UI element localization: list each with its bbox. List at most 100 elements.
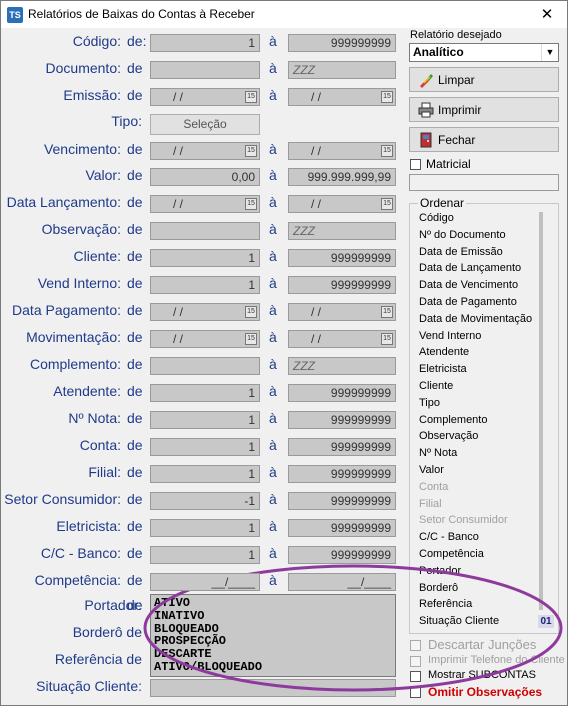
ordenar-item[interactable]: Tipo bbox=[419, 397, 440, 409]
chevron-down-icon[interactable]: ▼ bbox=[541, 44, 558, 61]
competencia-from-field[interactable]: __/____ bbox=[150, 573, 260, 591]
calendar-icon[interactable]: 15 bbox=[381, 91, 393, 103]
ordenar-item[interactable]: Referência bbox=[419, 598, 472, 610]
ordenar-item[interactable]: Cliente bbox=[419, 380, 453, 392]
n-nota-to-field[interactable]: 999999999 bbox=[288, 411, 396, 429]
documento-to-field[interactable]: ZZZ bbox=[288, 61, 396, 79]
ordenar-item[interactable]: Filial bbox=[419, 498, 442, 510]
situacao-option[interactable]: ATIVO/BLOQUEADO bbox=[154, 661, 392, 674]
ordenar-item[interactable]: Situação Cliente bbox=[419, 615, 499, 627]
codigo-to-field[interactable]: 999999999 bbox=[288, 34, 396, 52]
data-pagamento-from-field[interactable]: / /15 bbox=[150, 303, 260, 321]
eletricista-to-field[interactable]: 999999999 bbox=[288, 519, 396, 537]
ordenar-item[interactable]: Setor Consumidor bbox=[419, 514, 508, 526]
ordenar-item[interactable]: Eletricista bbox=[419, 363, 467, 375]
situacao-cliente-listbox[interactable]: ATIVO INATIVO BLOQUEADO PROSPECÇÃO DESCA… bbox=[150, 594, 396, 677]
ordenar-item[interactable]: Atendente bbox=[419, 346, 469, 358]
emissao-from-field[interactable]: / /15 bbox=[150, 88, 260, 106]
movimentacao-from-field[interactable]: / /15 bbox=[150, 330, 260, 348]
cliente-to-field[interactable]: 999999999 bbox=[288, 249, 396, 267]
emissao-to-field[interactable]: / /15 bbox=[288, 88, 396, 106]
complemento-from-field[interactable] bbox=[150, 357, 260, 375]
vend-interno-from-field[interactable]: 1 bbox=[150, 276, 260, 294]
atendente-from-field[interactable]: 1 bbox=[150, 384, 260, 402]
setor-consumidor-from-field[interactable]: -1 bbox=[150, 492, 260, 510]
data-pagamento-to-field[interactable]: / /15 bbox=[288, 303, 396, 321]
atendente-to-field[interactable]: 999999999 bbox=[288, 384, 396, 402]
situacao-option[interactable]: INATIVO bbox=[154, 609, 392, 623]
de-label: de bbox=[127, 141, 143, 157]
ordenar-item[interactable]: Observação bbox=[419, 430, 478, 442]
calendar-icon[interactable]: 15 bbox=[245, 145, 257, 157]
ordenar-item[interactable]: Data de Emissão bbox=[419, 246, 503, 258]
ordenar-item[interactable]: Vend Interno bbox=[419, 330, 481, 342]
mostrar-subcontas-checkbox[interactable] bbox=[410, 671, 421, 682]
conta-from-field[interactable]: 1 bbox=[150, 438, 260, 456]
imprimir-telefone-checkbox[interactable] bbox=[410, 656, 421, 667]
documento-from-field[interactable] bbox=[150, 61, 260, 79]
situacao-option[interactable]: ATIVO bbox=[154, 597, 392, 610]
ordenar-item[interactable]: Nº Nota bbox=[419, 447, 457, 459]
field-label-documento: Documento: bbox=[45, 60, 121, 76]
ordenar-item[interactable]: Código bbox=[419, 212, 454, 224]
vend-interno-to-field[interactable]: 999999999 bbox=[288, 276, 396, 294]
observacao-from-field[interactable] bbox=[150, 222, 260, 240]
eletricista-from-field[interactable]: 1 bbox=[150, 519, 260, 537]
field-label-complemento: Complemento: bbox=[29, 356, 121, 372]
movimentacao-to-field[interactable]: / /15 bbox=[288, 330, 396, 348]
calendar-icon[interactable]: 15 bbox=[245, 91, 257, 103]
filial-to-field[interactable]: 999999999 bbox=[288, 465, 396, 483]
calendar-icon[interactable]: 15 bbox=[381, 306, 393, 318]
ordenar-item[interactable]: Complemento bbox=[419, 414, 487, 426]
conta-to-field[interactable]: 999999999 bbox=[288, 438, 396, 456]
calendar-icon[interactable]: 15 bbox=[381, 198, 393, 210]
a-label: à bbox=[269, 275, 277, 291]
relatorio-desejado-select[interactable]: Analítico ▼ bbox=[409, 43, 559, 62]
calendar-icon[interactable]: 15 bbox=[381, 333, 393, 345]
vencimento-from-field[interactable]: / /15 bbox=[150, 142, 260, 160]
omitir-observacoes-checkbox[interactable] bbox=[410, 687, 421, 698]
valor-to-field[interactable]: 999.999.999,99 bbox=[288, 168, 396, 186]
vencimento-to-field[interactable]: / /15 bbox=[288, 142, 396, 160]
ordenar-item[interactable]: Portador bbox=[419, 565, 461, 577]
situacao-cliente-field[interactable] bbox=[150, 679, 396, 697]
data-lancamento-from-field[interactable]: / /15 bbox=[150, 195, 260, 213]
ordenar-item[interactable]: Valor bbox=[419, 464, 444, 476]
ordenar-scroll-track[interactable] bbox=[539, 212, 543, 610]
competencia-to-field[interactable]: __/____ bbox=[288, 573, 396, 591]
calendar-icon[interactable]: 15 bbox=[245, 333, 257, 345]
complemento-to-field[interactable]: ZZZ bbox=[288, 357, 396, 375]
valor-from-field[interactable]: 0,00 bbox=[150, 168, 260, 186]
mostrar-subcontas-label: Mostrar SUBCONTAS bbox=[428, 669, 536, 681]
tipo-selecao-button[interactable]: Seleção bbox=[150, 114, 260, 135]
ordenar-item[interactable]: Data de Pagamento bbox=[419, 296, 517, 308]
imprimir-button[interactable]: Imprimir bbox=[409, 97, 559, 122]
codigo-from-field[interactable]: 1 bbox=[150, 34, 260, 52]
observacao-to-field[interactable]: ZZZ bbox=[288, 222, 396, 240]
ordenar-item[interactable]: Data de Vencimento bbox=[419, 279, 518, 291]
c-c-banco-to-field[interactable]: 999999999 bbox=[288, 546, 396, 564]
data-lancamento-to-field[interactable]: / /15 bbox=[288, 195, 396, 213]
matricial-checkbox[interactable] bbox=[410, 159, 421, 170]
c-c-banco-from-field[interactable]: 1 bbox=[150, 546, 260, 564]
descartar-juncoes-checkbox[interactable] bbox=[410, 640, 421, 651]
ordenar-item[interactable]: Conta bbox=[419, 481, 448, 493]
ordenar-item[interactable]: Borderô bbox=[419, 582, 458, 594]
limpar-button[interactable]: Limpar bbox=[409, 67, 559, 92]
calendar-icon[interactable]: 15 bbox=[245, 306, 257, 318]
ordenar-item[interactable]: Nº do Documento bbox=[419, 229, 506, 241]
ordenar-item[interactable]: C/C - Banco bbox=[419, 531, 479, 543]
fechar-button[interactable]: Fechar bbox=[409, 127, 559, 152]
close-button[interactable]: ✕ bbox=[527, 1, 567, 28]
ordenar-item[interactable]: Competência bbox=[419, 548, 484, 560]
cliente-from-field[interactable]: 1 bbox=[150, 249, 260, 267]
a-label: à bbox=[269, 302, 277, 318]
setor-consumidor-to-field[interactable]: 999999999 bbox=[288, 492, 396, 510]
filial-from-field[interactable]: 1 bbox=[150, 465, 260, 483]
ordenar-item[interactable]: Data de Movimentação bbox=[419, 313, 532, 325]
n-nota-from-field[interactable]: 1 bbox=[150, 411, 260, 429]
fechar-label: Fechar bbox=[438, 133, 476, 147]
calendar-icon[interactable]: 15 bbox=[381, 145, 393, 157]
ordenar-item[interactable]: Data de Lançamento bbox=[419, 262, 521, 274]
calendar-icon[interactable]: 15 bbox=[245, 198, 257, 210]
